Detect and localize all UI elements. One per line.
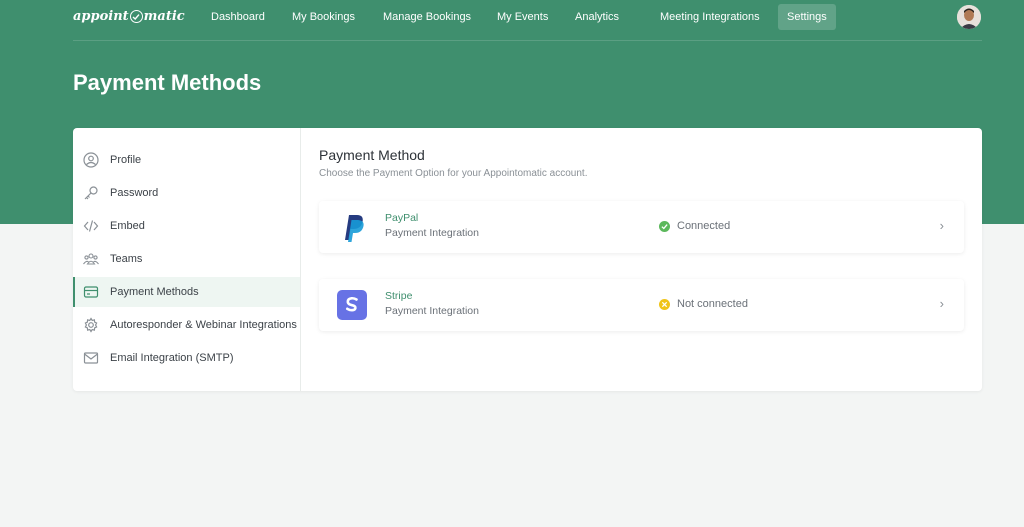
sidebar-item-email-integration[interactable]: Email Integration (SMTP) [73,343,300,373]
connection-status: Connected [659,220,730,232]
sidebar-item-label: Profile [110,154,142,166]
page-title: Payment Methods [73,70,262,95]
x-circle-icon [659,298,670,310]
payment-method-name: PayPal [385,212,419,224]
sidebar-item-label: Payment Methods [110,286,199,298]
section-subtitle: Choose the Payment Option for your Appoi… [319,168,588,179]
nav-manage-bookings[interactable]: Manage Bookings [383,4,471,30]
sidebar-item-profile[interactable]: Profile [73,145,300,175]
credit-card-icon [83,284,99,300]
sidebar-item-label: Autoresponder & Webinar Integrations [110,319,297,331]
sidebar-item-label: Email Integration (SMTP) [110,352,234,364]
team-icon [83,251,99,267]
envelope-icon [83,350,99,366]
payment-method-paypal[interactable]: PayPal Payment Integration Connected › [319,201,964,253]
nav-my-events[interactable]: My Events [497,4,548,30]
nav-settings[interactable]: Settings [778,4,836,30]
nav-my-bookings[interactable]: My Bookings [292,4,355,30]
key-icon [83,185,99,201]
payment-method-desc: Payment Integration [385,305,479,317]
sidebar-item-embed[interactable]: Embed [73,211,300,241]
paypal-logo-icon [337,212,367,242]
sidebar-item-label: Password [110,187,159,199]
settings-sidebar: Profile Password Embed Teams Payment Met… [73,128,301,391]
user-circle-icon [83,152,99,168]
sidebar-item-payment-methods[interactable]: Payment Methods [73,277,300,307]
sidebar-item-password[interactable]: Password [73,178,300,208]
status-text: Connected [677,220,731,232]
sidebar-item-label: Teams [110,253,143,265]
app-logo[interactable]: appoint matic [73,9,185,24]
settings-card: Profile Password Embed Teams Payment Met… [73,128,982,391]
sidebar-item-autoresponder[interactable]: Autoresponder & Webinar Integrations [73,310,300,340]
logo-text-start: appoint [73,9,129,24]
nav-dashboard[interactable]: Dashboard [211,4,265,30]
chevron-right-icon[interactable]: › [940,218,944,233]
chevron-right-icon[interactable]: › [940,296,944,311]
status-text: Not connected [677,298,748,310]
nav-meeting-integrations[interactable]: Meeting Integrations [660,4,760,30]
user-avatar[interactable] [957,5,981,29]
sidebar-item-label: Embed [110,220,145,232]
nav-analytics[interactable]: Analytics [575,4,619,30]
stripe-logo-icon [337,290,367,320]
top-navigation: appoint matic Dashboard My Bookings Mana… [0,0,1024,34]
payment-method-desc: Payment Integration [385,227,479,239]
check-circle-icon [659,220,670,232]
logo-text-end: matic [143,9,185,24]
check-circle-icon [129,10,143,23]
payment-method-name: Stripe [385,290,413,302]
payment-method-stripe[interactable]: Stripe Payment Integration Not connected… [319,279,964,331]
gear-icon [83,317,99,333]
nav-divider [73,40,982,41]
section-title: Payment Method [319,147,425,163]
code-icon [83,218,99,234]
sidebar-item-teams[interactable]: Teams [73,244,300,274]
connection-status: Not connected [659,298,748,310]
